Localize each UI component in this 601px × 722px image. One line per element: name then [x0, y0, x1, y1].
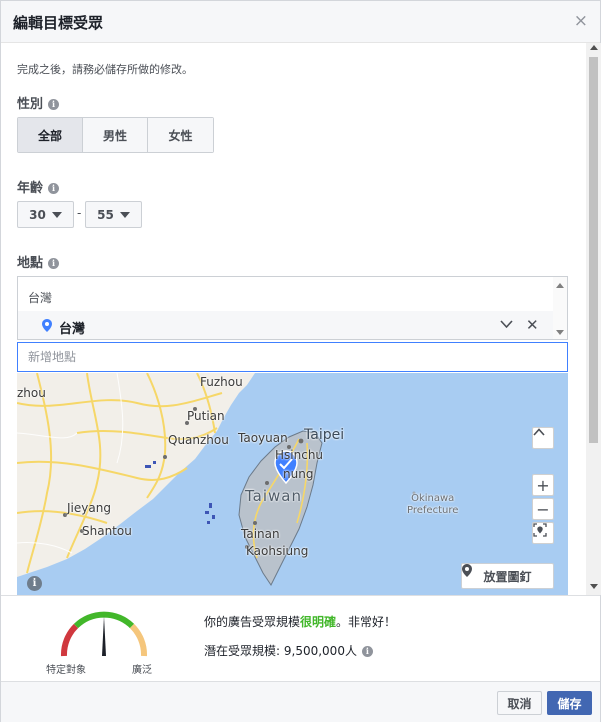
map-label-shantou: Shantou: [82, 524, 132, 538]
age-min-value: 30: [29, 207, 46, 222]
recenter-icon: [533, 523, 547, 537]
gender-label: 性別 i: [17, 93, 60, 112]
location-list: 台灣 台灣 ✕: [17, 276, 568, 340]
scroll-up-arrow-icon[interactable]: [590, 45, 598, 50]
scroll-down-arrow-icon[interactable]: [556, 330, 564, 335]
map-label-taipei: Taipei: [304, 427, 345, 443]
close-icon[interactable]: ×: [574, 11, 588, 31]
edit-audience-dialog: 編輯目標受眾 × 完成之後，請務必儲存所做的修改。 性別 i 全部 男性 女性 年…: [0, 0, 601, 722]
caret-down-icon: [51, 211, 62, 218]
map-label-fuzhou: Fuzhou: [200, 375, 243, 389]
location-pin-icon: [462, 564, 472, 577]
dialog-title: 編輯目標受眾: [13, 14, 104, 32]
audience-definition: 特定對象 廣泛 你的廣告受眾規模很明確。非常好！ 潛在受眾規模: 9,500,0…: [1, 595, 600, 681]
audience-definition-prefix: 你的廣告受眾規模: [204, 615, 301, 629]
potential-reach-label: 潛在受眾規模:: [204, 644, 281, 658]
info-icon[interactable]: i: [48, 99, 60, 110]
gender-selector: 全部 男性 女性: [17, 117, 214, 153]
location-item-label: 台灣: [59, 322, 86, 337]
info-icon[interactable]: i: [48, 183, 60, 194]
map-label-taichung: nung: [283, 467, 314, 481]
dialog-header: 編輯目標受眾 ×: [1, 1, 600, 43]
gauge-label-specific: 特定對象: [46, 665, 86, 676]
info-icon[interactable]: i: [48, 258, 60, 269]
save-notice: 完成之後，請務必儲存所做的修改。: [17, 63, 193, 76]
age-label: 年齡 i: [17, 177, 60, 196]
audience-gauge: [60, 611, 148, 657]
scrollbar-thumb[interactable]: [589, 57, 598, 443]
audience-definition-text: 你的廣告受眾規模很明確。非常好！: [204, 613, 396, 630]
map-info-icon[interactable]: i: [27, 576, 42, 591]
map-canvas: [17, 373, 416, 586]
location-map[interactable]: Fuzhou zhou Putian Quanzhou Taoyuan Taip…: [17, 373, 568, 595]
drop-pin-label: 放置圖釘: [483, 569, 532, 584]
dialog-footer: 取消 儲存: [1, 681, 600, 722]
caret-down-icon: [119, 211, 130, 218]
age-min-select[interactable]: 30: [17, 201, 74, 228]
map-label-okinawa-line2: Prefecture: [407, 505, 459, 516]
map-label-hsinchu: Hsinchu: [275, 448, 324, 462]
gender-option-all[interactable]: 全部: [18, 118, 83, 152]
zoom-out-button[interactable]: −: [532, 498, 554, 520]
potential-reach-value: 9,500,000人: [283, 644, 357, 658]
gender-label-text: 性別: [17, 97, 44, 112]
chevron-up-icon: [533, 428, 545, 436]
gender-option-female[interactable]: 女性: [148, 118, 213, 152]
potential-reach: 潛在受眾規模: 9,500,000人 i: [204, 642, 373, 659]
drop-pin-button[interactable]: 放置圖釘: [461, 563, 554, 589]
location-label-text: 地點: [17, 256, 44, 271]
dialog-scrollbar[interactable]: [586, 43, 601, 595]
gauge-label-broad: 廣泛: [132, 665, 152, 676]
age-separator: -: [77, 206, 82, 220]
scroll-down-arrow-icon[interactable]: [590, 584, 598, 589]
add-location-input[interactable]: [17, 342, 568, 372]
location-pin-icon: [42, 319, 52, 332]
map-label-putian: Putian: [187, 409, 225, 423]
map-label-tainan: Tainan: [241, 527, 280, 541]
audience-definition-suffix: 。非常好！: [336, 615, 397, 629]
age-label-text: 年齡: [17, 181, 44, 196]
map-label-jieyang: Jieyang: [67, 501, 111, 515]
dialog-body: 完成之後，請務必儲存所做的修改。 性別 i 全部 男性 女性 年齡 i 30 - 5…: [1, 43, 586, 595]
gender-option-male[interactable]: 男性: [83, 118, 148, 152]
collapse-map-button[interactable]: [532, 427, 554, 449]
map-label-taiwan: Taiwan: [245, 487, 303, 505]
scroll-up-arrow-icon[interactable]: [556, 283, 564, 288]
location-item[interactable]: [18, 311, 553, 339]
map-label-taoyuan: Taoyuan: [238, 431, 288, 445]
zoom-in-button[interactable]: +: [532, 474, 554, 496]
recenter-button[interactable]: [532, 522, 554, 544]
map-label-okinawa-line1: Okinawa: [411, 493, 455, 504]
location-group-label: 台灣: [28, 291, 53, 305]
location-label: 地點 i: [17, 252, 60, 271]
audience-definition-strong: 很明確: [300, 615, 337, 629]
age-max-value: 55: [97, 207, 114, 222]
info-icon[interactable]: i: [361, 646, 373, 657]
chevron-down-icon[interactable]: [500, 318, 513, 333]
gauge-needle: [102, 616, 106, 656]
map-label-quanzhou: Quanzhou: [168, 433, 229, 447]
map-label-kaohsiung: Kaohsiung: [246, 544, 309, 558]
cancel-button[interactable]: 取消: [497, 691, 542, 715]
map-label-zhou: zhou: [17, 386, 46, 400]
remove-location-icon[interactable]: ✕: [526, 316, 539, 334]
age-max-select[interactable]: 55: [85, 201, 142, 228]
location-list-scrollbar[interactable]: [553, 277, 567, 339]
save-button[interactable]: 儲存: [547, 691, 592, 715]
map-label-okinawa: Okinawa Prefecture: [407, 493, 458, 517]
